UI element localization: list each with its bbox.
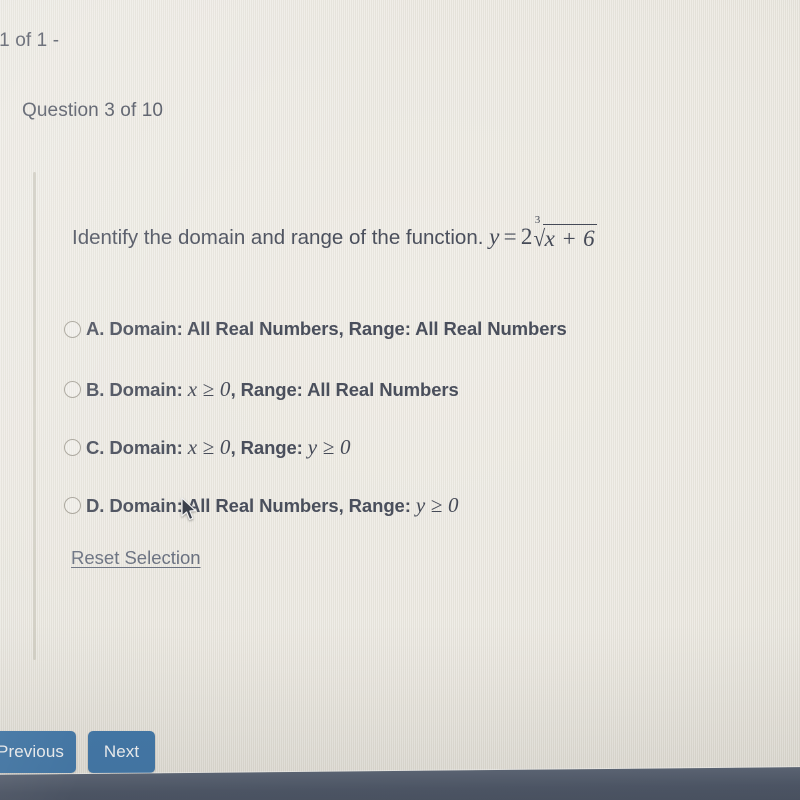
option-c-letter: C.	[86, 437, 105, 458]
question-prompt: Identify the domain and range of the fun…	[72, 215, 597, 252]
option-b-math-domain: x ≥ 0	[187, 377, 231, 401]
radical-sign: √	[533, 226, 546, 251]
option-b[interactable]: B. Domain: x ≥ 0, Range: All Real Number…	[64, 377, 459, 402]
formula-radicand: x + 6	[542, 224, 597, 251]
screenshot-root: rt 1 of 1 - Question 3 of 10 Identify th…	[0, 0, 800, 800]
option-a-prefix: Domain: All Real Numbers, Range: All Rea…	[104, 318, 567, 339]
radio-button-b[interactable]	[64, 381, 81, 398]
option-b-label: B. Domain: x ≥ 0, Range: All Real Number…	[86, 377, 459, 402]
option-b-letter: B.	[86, 379, 105, 400]
formula-lhs: y	[489, 224, 500, 250]
question-prompt-text: Identify the domain and range of the fun…	[72, 226, 484, 250]
option-a-letter: A.	[86, 318, 105, 339]
radio-button-a[interactable]	[64, 320, 81, 338]
next-button[interactable]: Next	[88, 731, 155, 773]
option-c-prefix: Domain:	[104, 437, 188, 458]
option-c[interactable]: C. Domain: x ≥ 0, Range: y ≥ 0	[64, 435, 351, 460]
option-b-mid: , Range: All Real Numbers	[230, 379, 459, 400]
option-d[interactable]: D. Domain: All Real Numbers, Range: y ≥ …	[64, 493, 459, 518]
question-left-rule	[33, 172, 36, 660]
option-c-label: C. Domain: x ≥ 0, Range: y ≥ 0	[86, 435, 351, 460]
option-a-label: A. Domain: All Real Numbers, Range: All …	[86, 318, 567, 340]
previous-button[interactable]: Previous	[0, 731, 76, 773]
option-d-math-range: y ≥ 0	[415, 493, 459, 517]
option-d-letter: D.	[86, 495, 105, 516]
option-c-math-range: y ≥ 0	[307, 435, 351, 459]
formula-coefficient: 2	[520, 224, 533, 250]
radio-button-d[interactable]	[64, 497, 81, 514]
option-a[interactable]: A. Domain: All Real Numbers, Range: All …	[64, 318, 567, 340]
option-c-mid: , Range:	[230, 437, 308, 458]
question-counter: Question 3 of 10	[22, 100, 164, 121]
part-label: rt 1 of 1 -	[0, 30, 60, 51]
question-formula: y = 2 3 √x + 6	[489, 215, 597, 252]
radio-button-c[interactable]	[64, 439, 81, 456]
option-b-prefix: Domain:	[104, 379, 188, 400]
formula-equals: =	[503, 224, 517, 250]
option-d-label: D. Domain: All Real Numbers, Range: y ≥ …	[86, 493, 459, 518]
option-d-prefix: Domain: All Real Numbers, Range:	[104, 495, 416, 516]
reset-selection-link[interactable]: Reset Selection	[71, 547, 201, 569]
cube-root-icon: 3 √x + 6	[533, 215, 597, 252]
option-c-math-domain: x ≥ 0	[187, 435, 231, 459]
root-index: 3	[534, 214, 541, 226]
